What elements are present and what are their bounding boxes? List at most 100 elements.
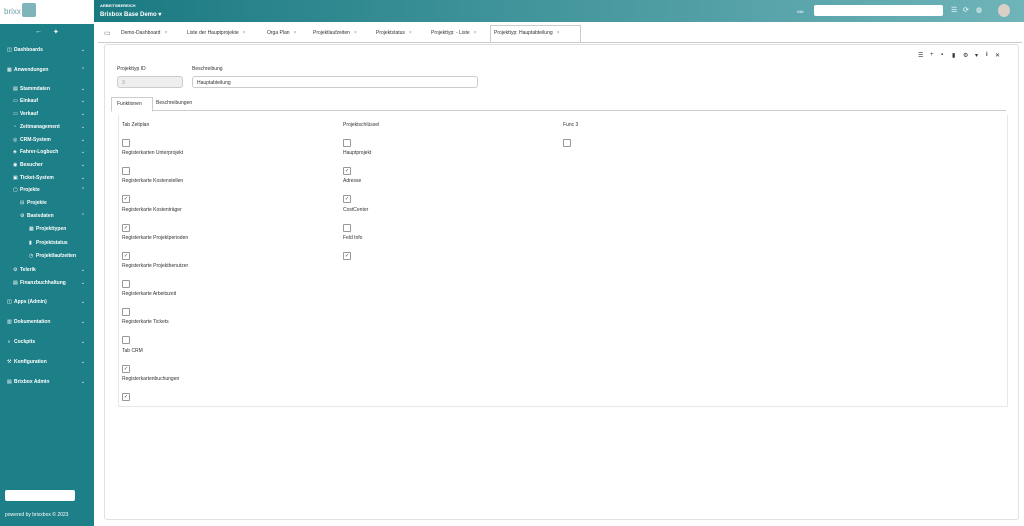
sidebar-item-dashboards[interactable]: ◫ Dashboards ⌄ <box>0 46 94 56</box>
close-icon[interactable]: × <box>243 30 246 36</box>
close-icon[interactable]: × <box>354 30 357 36</box>
refresh-icon[interactable]: ⟳ <box>963 6 969 14</box>
subtab-descriptions[interactable]: Beschreibungen <box>156 97 206 110</box>
tab-5[interactable]: Projekttyp: - Liste × <box>428 26 491 40</box>
close-icon[interactable]: × <box>164 30 167 36</box>
back-arrow-icon[interactable]: ← <box>35 28 42 35</box>
tab-6[interactable]: Projekttyp: Hauptabteilung × <box>490 25 581 42</box>
tab-4[interactable]: Projektstatus × <box>373 26 429 40</box>
close-icon[interactable]: × <box>557 30 560 36</box>
add-icon[interactable]: + <box>930 52 934 58</box>
checkbox[interactable] <box>343 251 351 260</box>
checkbox[interactable] <box>122 336 130 345</box>
sidebar-item-label: Ticket-System <box>20 175 54 181</box>
save-icon[interactable]: ▪ <box>941 52 943 58</box>
sidebar-item-telerik[interactable]: ⚙ Telerik ⌄ <box>0 266 94 276</box>
sidebar-item-projekttypen[interactable]: ▦ Projekttypen <box>0 225 94 235</box>
checkbox[interactable] <box>122 223 130 232</box>
tab-1[interactable]: Liste der Hauptprojekte × <box>184 26 265 40</box>
checkbox[interactable] <box>122 251 130 260</box>
checkbox[interactable] <box>343 167 351 176</box>
global-search-input[interactable] <box>814 5 943 16</box>
settings-icon[interactable]: ⚙ <box>963 52 968 59</box>
list-icon[interactable]: ☰ <box>918 52 923 59</box>
checkbox[interactable] <box>122 167 130 176</box>
sidebar-item-projektstatus[interactable]: ▮ Projektstatus <box>0 239 94 249</box>
id-field: 3 <box>117 76 183 88</box>
list-icon[interactable]: ☰ <box>951 6 957 14</box>
sidebar-item-ticket-system[interactable]: ▣ Ticket-System ⌄ <box>0 174 94 184</box>
workspace-name: Brixbox Base Demo <box>100 12 157 18</box>
finance-icon: ▤ <box>13 280 18 286</box>
top-bar: ARBEITSBEREICH Brixbox Base Demo ▾ Alle … <box>94 0 1024 22</box>
sidebar-item-apps-admin-[interactable]: ◫ Apps (Admin) ⌄ <box>0 298 94 308</box>
sidebar-item-dokumentation[interactable]: ▥ Dokumentation ⌄ <box>0 318 94 328</box>
sidebar-item-zeitmanagement[interactable]: ◔ Zeitmanagement ⌄ <box>0 123 94 133</box>
globe-icon[interactable]: ◍ <box>976 6 982 14</box>
sidebar-item-besucher[interactable]: ◉ Besucher ⌄ <box>0 161 94 171</box>
sidebar-item-brixbox-admin[interactable]: ▤ Brixbox Admin ⌄ <box>0 378 94 388</box>
checkbox[interactable] <box>343 195 351 204</box>
checkbox[interactable] <box>343 223 351 232</box>
checkbox[interactable] <box>122 280 130 288</box>
checkbox[interactable] <box>122 364 130 373</box>
wrench-icon: ⚒ <box>7 359 12 365</box>
database-icon: ▤ <box>13 86 18 92</box>
info-icon[interactable]: i <box>986 52 988 58</box>
sidebar-item-crm-system[interactable]: ◎ CRM-System ⌄ <box>0 136 94 146</box>
sidebar-item-fahrer-logbuch[interactable]: ◈ Fahrer-Logbuch ⌄ <box>0 148 94 158</box>
subtab-functions[interactable]: Funktionen <box>111 97 153 112</box>
sidebar-search-input[interactable] <box>5 490 75 501</box>
field-label: Registerkarte Kostenstellen <box>122 178 184 185</box>
sidebar-item-projekte[interactable]: ⊟ Projekte <box>0 199 94 209</box>
tab-3[interactable]: Projektlaufzeiten × <box>310 26 374 40</box>
sidebar-item-label: Projekte <box>20 187 40 193</box>
car-icon: ◈ <box>13 149 17 155</box>
checkbox[interactable] <box>122 195 130 204</box>
chevron-down-icon: ⌄ <box>80 98 85 104</box>
sidebar-item-anwendungen[interactable]: ▦ Anwendungen ⌃ <box>0 66 94 76</box>
close-icon[interactable]: ✕ <box>995 52 1000 59</box>
checkbox[interactable] <box>343 139 351 147</box>
logo-icon <box>22 3 36 17</box>
avatar[interactable] <box>998 4 1010 17</box>
delete-icon[interactable]: ▮ <box>952 52 955 59</box>
workspace-label: ARBEITSBEREICH <box>100 3 136 8</box>
tab-divider <box>98 42 1022 43</box>
close-icon[interactable]: × <box>294 30 297 36</box>
tab-label: Projekttyp: Hauptabteilung <box>494 30 553 36</box>
chevron-down-icon[interactable]: ▾ <box>975 52 978 59</box>
checkbox[interactable] <box>122 392 130 401</box>
search-scope-label[interactable]: Alle <box>797 9 804 14</box>
field-label: Func 3 <box>563 122 579 128</box>
sidebar-item-konfiguration[interactable]: ⚒ Konfiguration ⌄ <box>0 358 94 368</box>
workspace-selector[interactable]: Brixbox Base Demo ▾ <box>100 11 161 18</box>
tab-0[interactable]: Demo-Dashboard × <box>118 26 185 40</box>
sidebar-item-basisdaten[interactable]: ⚙ Basisdaten ⌃ <box>0 212 94 222</box>
chevron-down-icon: ⌄ <box>80 124 85 130</box>
functions-panel <box>118 115 1008 407</box>
description-label: Beschreibung <box>192 66 223 72</box>
sidebar-item-finanzbuchhaltung[interactable]: ▤ Finanzbuchhaltung ⌄ <box>0 279 94 289</box>
checkbox[interactable] <box>122 139 130 147</box>
sidebar-item-stammdaten[interactable]: ▤ Stammdaten ⌄ <box>0 85 94 95</box>
sidebar-item-einkauf[interactable]: ▭ Einkauf ⌄ <box>0 97 94 107</box>
sidebar-item-verkauf[interactable]: ▭ Verkauf ⌄ <box>0 110 94 120</box>
close-icon[interactable]: × <box>474 30 477 36</box>
field-label: Registerkarten Unterprojekt <box>122 150 184 157</box>
admin-icon: ▤ <box>7 379 12 385</box>
sidebar-item-label: Projekte <box>27 200 47 206</box>
sidebar-item-projekte[interactable]: ▢ Projekte ⌃ <box>0 186 94 196</box>
checkbox[interactable] <box>563 139 571 147</box>
cart-icon: ▭ <box>13 98 18 104</box>
pin-icon[interactable]: ✦ <box>53 28 59 36</box>
close-icon[interactable]: × <box>409 30 412 36</box>
dashboard-icon: ▭ <box>104 30 111 37</box>
description-field[interactable]: Hauptabteilung <box>192 76 478 88</box>
sidebar-item-cockpits[interactable]: ◑ Cockpits ⌄ <box>0 338 94 348</box>
tab-2[interactable]: Orga Plan × <box>264 26 311 40</box>
sidebar-item-projektlaufzeiten[interactable]: ◷ Projektlaufzeiten <box>0 252 94 262</box>
field-label: Hauptprojekt <box>343 150 372 157</box>
checkbox[interactable] <box>122 308 130 317</box>
apps-icon: ▦ <box>7 67 12 73</box>
